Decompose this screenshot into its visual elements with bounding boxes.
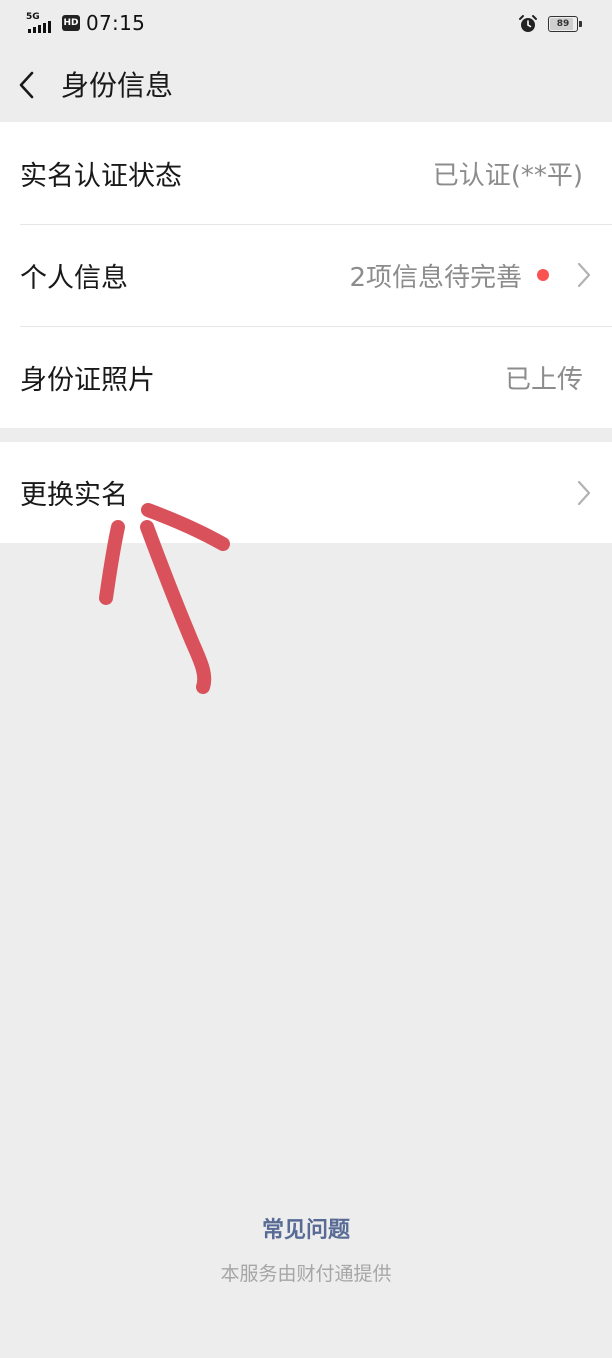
hd-voice-icon: HD: [62, 15, 80, 31]
status-bar: 5G HD 07:15 89: [0, 0, 612, 48]
list-item-value: 已认证(**平): [432, 160, 583, 191]
battery-level: 89: [556, 19, 570, 29]
list-item-label: 更换实名: [20, 480, 128, 511]
back-button[interactable]: [10, 66, 44, 104]
status-left: 5G HD 07:15: [26, 11, 145, 35]
page-title: 身份信息: [61, 69, 174, 102]
list-item-value: 2项信息待完善: [349, 262, 522, 293]
identity-info-list: 实名认证状态 已认证(**平) 个人信息 2项信息待完善 身份证照片 已上传: [0, 122, 612, 428]
battery-icon: 89: [548, 16, 582, 32]
cellular-signal-icon: 5G: [26, 12, 56, 34]
nav-bar: 身份信息: [0, 48, 612, 122]
list-item-label: 实名认证状态: [20, 160, 182, 192]
list-item-personal-info[interactable]: 个人信息 2项信息待完善: [0, 224, 612, 326]
faq-link[interactable]: 常见问题: [0, 1212, 612, 1244]
list-item-id-photo[interactable]: 身份证照片 已上传: [0, 326, 612, 428]
chevron-right-icon: [574, 260, 594, 290]
chevron-right-icon: [574, 478, 594, 508]
provider-note: 本服务由财付通提供: [220, 1263, 392, 1285]
chevron-left-icon: [19, 71, 34, 99]
list-item-verification-status[interactable]: 实名认证状态 已认证(**平): [0, 122, 612, 224]
notification-dot-icon: [537, 269, 549, 281]
change-name-group: 更换实名: [0, 442, 612, 543]
list-item-label: 个人信息: [20, 262, 128, 294]
list-item-label: 身份证照片: [20, 364, 155, 396]
status-time: 07:15: [86, 11, 146, 35]
alarm-clock-icon: [518, 14, 538, 34]
status-right: 89: [518, 14, 582, 34]
change-real-name-item[interactable]: 更换实名: [0, 442, 612, 543]
list-item-value: 已上传: [504, 364, 583, 395]
